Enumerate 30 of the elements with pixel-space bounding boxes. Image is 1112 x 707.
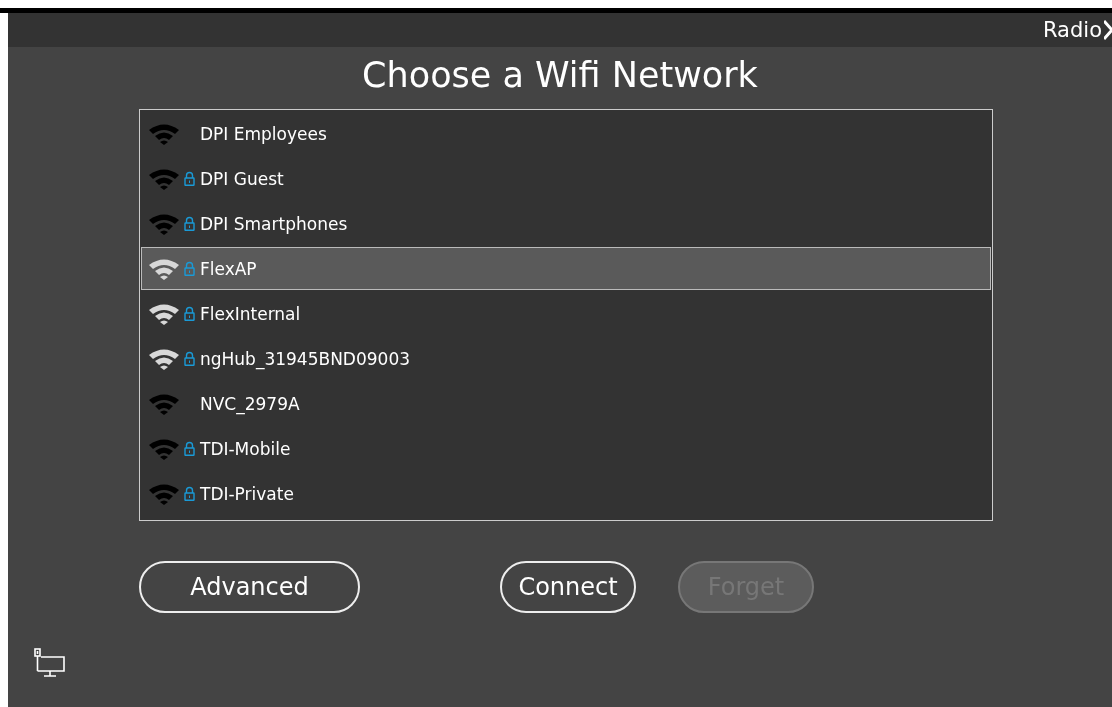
lock-icon <box>183 441 195 456</box>
wifi-icon <box>148 347 180 370</box>
network-item[interactable]: TDI-Mobile <box>141 427 991 470</box>
network-item[interactable]: FlexAP <box>141 247 991 290</box>
wifi-icon <box>148 212 180 235</box>
lock-icon <box>183 351 195 366</box>
wifi-icon <box>148 392 180 415</box>
lock-icon <box>183 486 195 501</box>
wifi-icon <box>148 257 180 280</box>
wifi-icon <box>148 437 180 460</box>
lock-icon <box>183 216 195 231</box>
network-item[interactable]: DPI Smartphones <box>141 202 991 245</box>
wifi-icon <box>148 122 180 145</box>
network-item[interactable]: NVC_2979A <box>141 382 991 425</box>
wifi-icon <box>148 482 180 505</box>
network-item[interactable]: FlexInternal <box>141 292 991 335</box>
radio-label[interactable]: Radio <box>1043 18 1102 42</box>
connect-button[interactable]: Connect <box>500 561 636 613</box>
lock-icon <box>183 306 195 321</box>
page-title: Choose a Wifi Network <box>361 55 759 95</box>
wifi-icon <box>148 302 180 325</box>
network-item[interactable]: TDI-Private <box>141 472 991 515</box>
network-item[interactable]: DPI Guest <box>141 157 991 200</box>
wifi-icon <box>148 167 180 190</box>
network-item[interactable]: ngHub_31945BND09003 <box>141 337 991 380</box>
advanced-button[interactable]: Advanced <box>139 561 360 613</box>
lock-icon <box>183 261 195 276</box>
network-item[interactable]: DPI Employees <box>141 112 991 155</box>
chevron-icon[interactable] <box>1104 19 1112 41</box>
lock-icon <box>183 171 195 186</box>
